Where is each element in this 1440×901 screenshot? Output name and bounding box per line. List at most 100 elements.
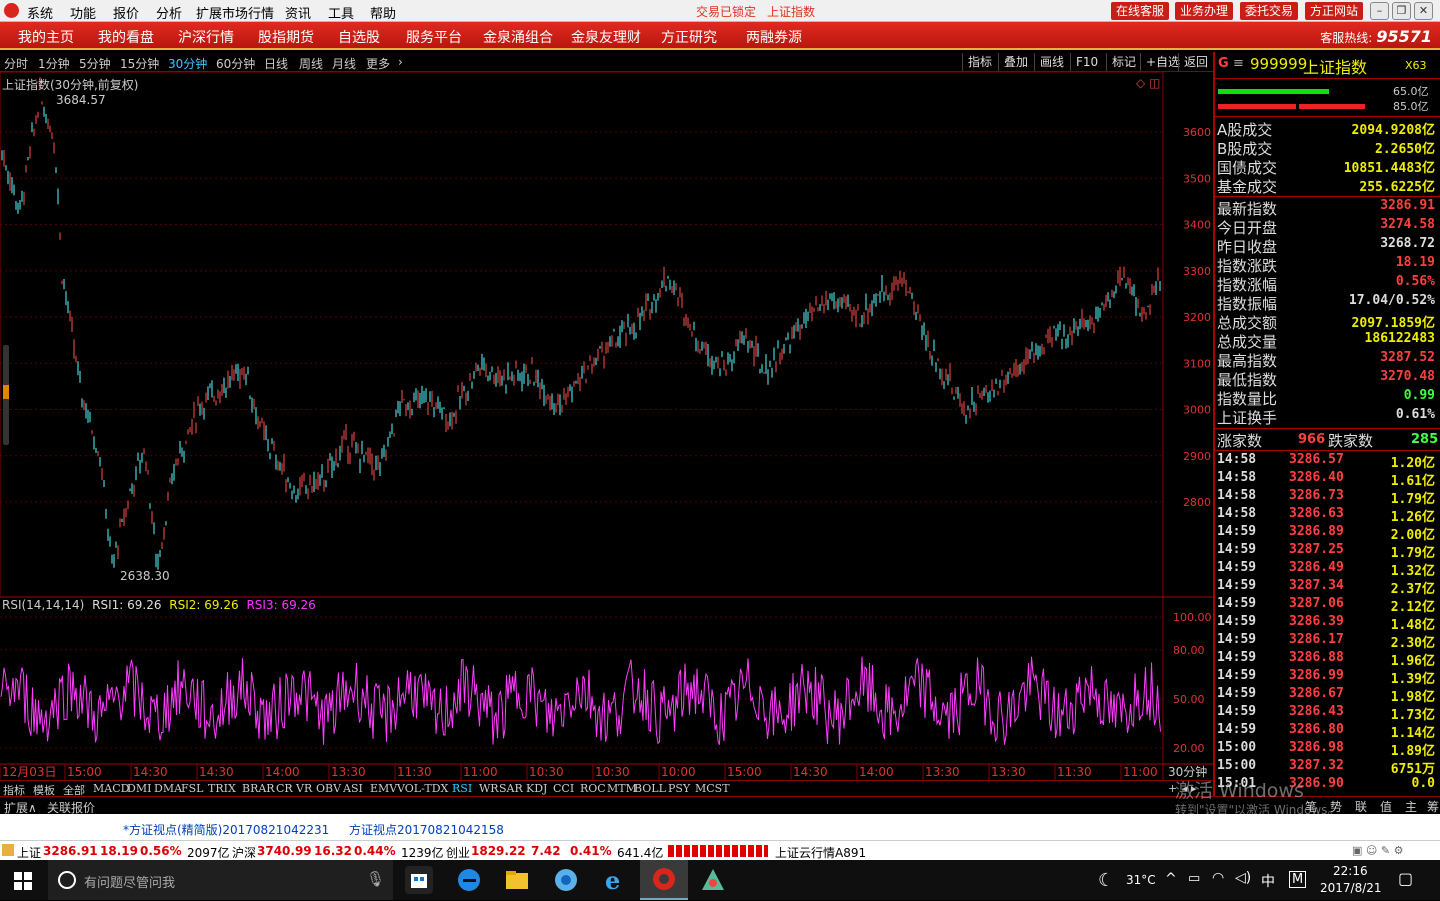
indicator-tab-rsi[interactable]: RSI bbox=[452, 782, 472, 795]
browser-icon[interactable] bbox=[552, 866, 580, 894]
news-item-2[interactable]: 方证视点20170821042158 bbox=[349, 821, 504, 838]
indicator-tab-asi[interactable]: ASI bbox=[343, 782, 363, 795]
zoom-slider[interactable] bbox=[3, 345, 9, 445]
tool-indicator[interactable]: 指标 bbox=[962, 53, 997, 71]
ime-indicator[interactable]: M bbox=[1289, 871, 1307, 888]
indicator-tab-vr[interactable]: VR bbox=[296, 782, 312, 795]
cortana-search[interactable]: 有问题尽管问我 🎙 bbox=[48, 860, 393, 900]
indicator-tab-dma[interactable]: DMA bbox=[154, 782, 182, 795]
indicator-tab-mcst[interactable]: MCST bbox=[695, 782, 730, 795]
nav-margin[interactable]: 两融券源 bbox=[746, 27, 802, 47]
period-60m[interactable]: 60分钟 bbox=[216, 55, 255, 72]
tool-draw[interactable]: 画线 bbox=[1034, 53, 1069, 71]
restore-icon[interactable]: ❐ bbox=[1392, 2, 1411, 20]
tab-chips[interactable]: 筹 bbox=[1427, 798, 1439, 815]
period-30m[interactable]: 30分钟 bbox=[168, 55, 207, 72]
online-service-button[interactable]: 在线客服 bbox=[1111, 2, 1169, 20]
period-5m[interactable]: 5分钟 bbox=[79, 55, 111, 72]
menu-info[interactable]: 资讯 bbox=[285, 3, 311, 22]
nav-home[interactable]: 我的主页 bbox=[18, 27, 74, 47]
wifi-icon[interactable]: ◠ bbox=[1212, 870, 1224, 886]
ime-mode[interactable]: 中 bbox=[1261, 871, 1275, 891]
tray-small-icons[interactable]: ▣ ☺ ✎ ⚙ bbox=[1352, 844, 1432, 858]
website-button[interactable]: 方正网站 bbox=[1305, 2, 1363, 20]
trade-button[interactable]: 委托交易 bbox=[1240, 2, 1298, 20]
menu-system[interactable]: 系统 bbox=[27, 3, 53, 22]
chevron-right-icon[interactable]: › bbox=[398, 55, 403, 69]
nav-portfolio[interactable]: 金泉涌组合 bbox=[483, 27, 553, 47]
menu-help[interactable]: 帮助 bbox=[370, 3, 396, 22]
indicator-tab-mtm[interactable]: MTM bbox=[607, 782, 637, 795]
indicator-tab-cr[interactable]: CR bbox=[276, 782, 293, 795]
nav-watch[interactable]: 我的看盘 bbox=[98, 27, 154, 47]
cloud-quote-label[interactable]: 上证云行情A891 bbox=[775, 844, 866, 861]
tool-overlay[interactable]: 叠加 bbox=[998, 53, 1033, 71]
weather-moon-icon[interactable]: ☾ bbox=[1098, 870, 1114, 891]
indicator-tab-trix[interactable]: TRIX bbox=[208, 782, 236, 795]
indicator-tab-wr[interactable]: WR bbox=[479, 782, 499, 795]
period-month[interactable]: 月线 bbox=[332, 55, 356, 72]
ie-icon[interactable]: e bbox=[601, 866, 629, 895]
indicator-tab-sar[interactable]: SAR bbox=[499, 782, 523, 795]
trade-lock-status[interactable]: 交易已锁定 bbox=[696, 3, 756, 20]
nav-futures[interactable]: 股指期货 bbox=[258, 27, 314, 47]
stat-value: 0.61% bbox=[1395, 407, 1435, 422]
nav-research[interactable]: 方正研究 bbox=[661, 27, 717, 47]
nav-wealth[interactable]: 金泉友理财 bbox=[571, 27, 641, 47]
zoom-slider-thumb[interactable] bbox=[3, 385, 9, 399]
windows-start-icon[interactable] bbox=[14, 872, 32, 890]
menu-function[interactable]: 功能 bbox=[70, 3, 96, 22]
period-1m[interactable]: 1分钟 bbox=[38, 55, 70, 72]
battery-icon[interactable]: ▭ bbox=[1188, 871, 1200, 886]
menu-analysis[interactable]: 分析 bbox=[156, 3, 182, 22]
app-icon[interactable] bbox=[699, 866, 727, 894]
indicator-tab-psy[interactable]: PSY bbox=[668, 782, 690, 795]
indicator-tab-macd[interactable]: MACD bbox=[93, 782, 129, 795]
nav-market[interactable]: 沪深行情 bbox=[178, 27, 234, 47]
edge-icon[interactable] bbox=[455, 866, 483, 894]
clock-date[interactable]: 2017/8/21 bbox=[1320, 881, 1382, 895]
nav-service[interactable]: 服务平台 bbox=[406, 27, 462, 47]
tool-mark[interactable]: 标记 bbox=[1106, 53, 1141, 71]
nav-watchlist[interactable]: 自选股 bbox=[338, 27, 380, 47]
file-explorer-icon[interactable] bbox=[503, 866, 531, 894]
tool-f10[interactable]: F10 bbox=[1070, 53, 1103, 71]
period-15m[interactable]: 15分钟 bbox=[120, 55, 159, 72]
indicator-tab-dmi[interactable]: DMI bbox=[127, 782, 151, 795]
ticker-icon[interactable] bbox=[2, 844, 14, 856]
stock-app-icon[interactable] bbox=[640, 860, 688, 900]
volume-icon[interactable]: ◁) bbox=[1235, 870, 1251, 886]
tab-link[interactable]: 联 bbox=[1355, 798, 1367, 815]
tab-main[interactable]: 主 bbox=[1405, 798, 1417, 815]
news-item-1[interactable]: *方证视点(精简版)20170821042231 bbox=[123, 821, 329, 838]
indicator-tab-vol-tdx[interactable]: VOL-TDX bbox=[397, 782, 448, 795]
period-more[interactable]: 更多 bbox=[366, 55, 390, 72]
clock-time[interactable]: 22:16 bbox=[1333, 864, 1368, 878]
menu-quote[interactable]: 报价 bbox=[113, 3, 139, 22]
chart-options-icon[interactable]: ◇ ◫ bbox=[1136, 76, 1160, 90]
menu-ext-market[interactable]: 扩展市场行情 bbox=[196, 3, 274, 22]
menu-tools[interactable]: 工具 bbox=[328, 3, 354, 22]
indicator-tab-boll[interactable]: BOLL bbox=[634, 782, 666, 795]
chart-area[interactable]: 3600 3500 3400 3300 3200 3100 3000 2900 2800 100.… bbox=[0, 72, 1213, 780]
indicator-tab-roc[interactable]: ROC bbox=[580, 782, 606, 795]
indicator-tab-kdj[interactable]: KDJ bbox=[526, 782, 547, 795]
indicator-tab-brar[interactable]: BRAR bbox=[242, 782, 275, 795]
tab-value[interactable]: 值 bbox=[1380, 798, 1392, 815]
indicator-tab-fsl[interactable]: FSL bbox=[181, 782, 203, 795]
indicator-tab-cci[interactable]: CCI bbox=[553, 782, 574, 795]
minimize-icon[interactable]: – bbox=[1370, 2, 1389, 20]
business-button[interactable]: 业务办理 bbox=[1175, 2, 1233, 20]
notification-icon[interactable]: ▢ bbox=[1398, 869, 1413, 888]
period-week[interactable]: 周线 bbox=[299, 55, 323, 72]
close-icon[interactable]: ✕ bbox=[1414, 2, 1433, 20]
period-tick[interactable]: 分时 bbox=[4, 55, 28, 72]
menu-icon[interactable]: ≡ bbox=[1233, 56, 1244, 71]
microphone-icon[interactable]: 🎙 bbox=[366, 870, 385, 888]
tray-expand-icon[interactable]: ^ bbox=[1165, 871, 1177, 887]
store-icon[interactable] bbox=[405, 866, 433, 894]
indicator-tab-obv[interactable]: OBV bbox=[316, 782, 341, 795]
tool-back[interactable]: 返回 bbox=[1178, 53, 1213, 71]
indicator-tab-emv[interactable]: EMV bbox=[370, 782, 397, 795]
period-day[interactable]: 日线 bbox=[264, 55, 288, 72]
